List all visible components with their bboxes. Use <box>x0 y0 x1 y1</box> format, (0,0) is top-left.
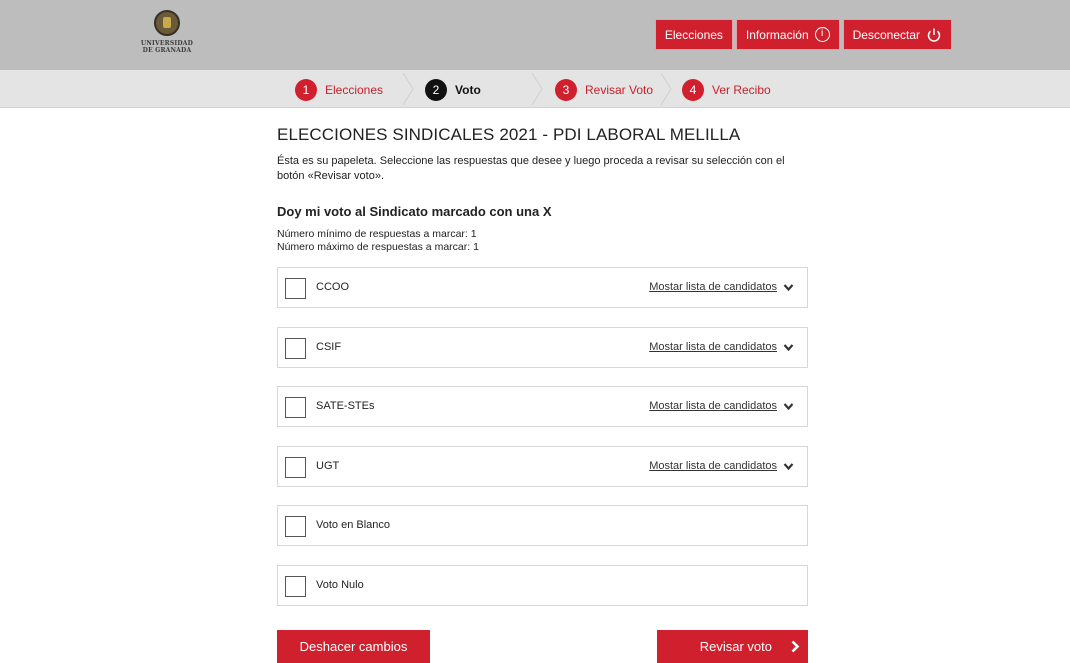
option-label: Voto en Blanco <box>316 519 391 531</box>
show-candidates-label: Mostar lista de candidatos <box>649 341 777 353</box>
top-navigation: Elecciones Información i Desconectar <box>654 19 952 50</box>
show-candidates-label: Mostar lista de candidatos <box>649 460 777 472</box>
step-number: 1 <box>295 79 317 101</box>
undo-changes-button[interactable]: Deshacer cambios <box>277 630 430 663</box>
step-label: Revisar Voto <box>585 83 654 97</box>
step-label: Voto <box>455 83 481 97</box>
answer-limits: Número mínimo de respuestas a marcar: 1 … <box>277 228 479 254</box>
option-checkbox[interactable] <box>285 338 306 359</box>
nav-desconectar-button[interactable]: Desconectar <box>842 19 952 50</box>
step-elecciones[interactable]: 1 Elecciones <box>295 79 383 101</box>
option-voto-nulo[interactable]: Voto Nulo <box>277 565 808 606</box>
chevron-down-icon <box>783 402 794 410</box>
show-candidates-link[interactable]: Mostar lista de candidatos <box>649 281 794 293</box>
step-ver-recibo: 4 Ver Recibo <box>682 79 771 101</box>
university-logo[interactable]: UNIVERSIDAD DE GRANADA <box>139 10 195 62</box>
nav-elecciones-label: Elecciones <box>664 27 723 42</box>
undo-changes-label: Deshacer cambios <box>299 639 408 654</box>
ballot-question: Doy mi voto al Sindicato marcado con una… <box>277 204 552 219</box>
progress-steps: 1 Elecciones 2 Voto 3 Revisar Voto 4 Ver… <box>0 70 1070 108</box>
step-revisar-voto: 3 Revisar Voto <box>555 79 653 101</box>
logo-text: UNIVERSIDAD DE GRANADA <box>139 40 195 54</box>
option-ccoo[interactable]: CCOO Mostar lista de candidatos <box>277 267 808 308</box>
nav-desconectar-label: Desconectar <box>852 27 920 42</box>
step-label: Ver Recibo <box>712 83 771 97</box>
logo-line-2: DE GRANADA <box>142 47 192 54</box>
option-checkbox[interactable] <box>285 457 306 478</box>
option-checkbox[interactable] <box>285 576 306 597</box>
option-checkbox[interactable] <box>285 516 306 537</box>
show-candidates-label: Mostar lista de candidatos <box>649 281 777 293</box>
header: UNIVERSIDAD DE GRANADA Elecciones Inform… <box>0 0 1070 70</box>
option-ugt[interactable]: UGT Mostar lista de candidatos <box>277 446 808 487</box>
nav-elecciones-button[interactable]: Elecciones <box>654 19 733 50</box>
option-checkbox[interactable] <box>285 397 306 418</box>
power-icon <box>926 27 942 43</box>
nav-informacion-label: Información <box>745 27 809 42</box>
ballot-instructions: Ésta es su papeleta. Seleccione las resp… <box>277 155 785 182</box>
review-vote-button[interactable]: Revisar voto <box>657 630 808 663</box>
option-csif[interactable]: CSIF Mostar lista de candidatos <box>277 327 808 368</box>
max-answers-text: Número máximo de respuestas a marcar: 1 <box>277 241 479 253</box>
chevron-down-icon <box>783 283 794 291</box>
step-label: Elecciones <box>325 83 384 97</box>
page-title: ELECCIONES SINDICALES 2021 - PDI LABORAL… <box>277 125 741 144</box>
chevron-down-icon <box>783 343 794 351</box>
info-icon: i <box>814 27 830 42</box>
option-sate-stes[interactable]: SATE-STEs Mostar lista de candidatos <box>277 386 808 427</box>
chevron-right-icon <box>791 640 800 653</box>
option-label: UGT <box>316 460 340 472</box>
university-seal-icon <box>154 10 180 36</box>
logo-line-1: UNIVERSIDAD <box>140 40 194 47</box>
option-label: CCOO <box>316 281 349 293</box>
option-checkbox[interactable] <box>285 278 306 299</box>
show-candidates-label: Mostar lista de candidatos <box>649 400 777 412</box>
step-number: 4 <box>682 79 704 101</box>
show-candidates-link[interactable]: Mostar lista de candidatos <box>649 341 794 353</box>
option-label: SATE-STEs <box>316 400 375 412</box>
chevron-down-icon <box>783 462 794 470</box>
option-label: Voto Nulo <box>316 579 364 591</box>
step-separator-icon <box>531 73 543 105</box>
nav-informacion-button[interactable]: Información i <box>735 19 840 50</box>
min-answers-text: Número mínimo de respuestas a marcar: 1 <box>277 228 477 240</box>
step-separator-icon <box>660 73 672 105</box>
step-separator-icon <box>402 73 414 105</box>
step-number: 3 <box>555 79 577 101</box>
option-voto-en-blanco[interactable]: Voto en Blanco <box>277 505 808 546</box>
step-voto: 2 Voto <box>425 79 481 101</box>
review-vote-label: Revisar voto <box>699 639 772 654</box>
show-candidates-link[interactable]: Mostar lista de candidatos <box>649 400 794 412</box>
show-candidates-link[interactable]: Mostar lista de candidatos <box>649 460 794 472</box>
option-label: CSIF <box>316 341 342 353</box>
step-number: 2 <box>425 79 447 101</box>
